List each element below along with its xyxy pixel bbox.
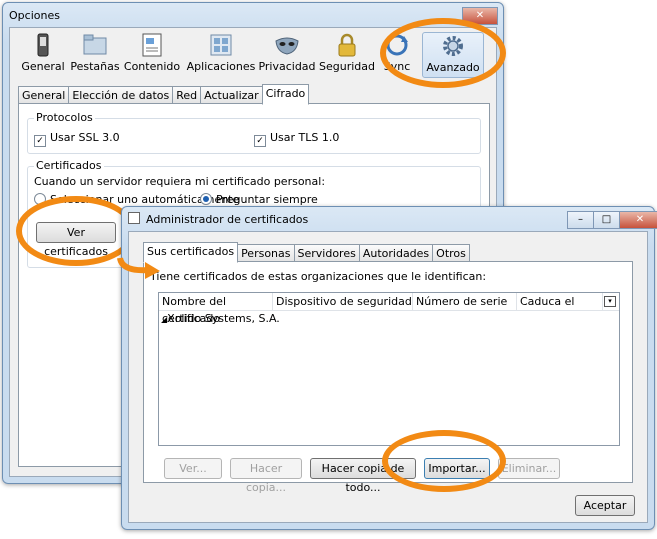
tab-general[interactable]: General: [18, 86, 70, 104]
certificates-label: Certificados: [34, 159, 104, 172]
view-button[interactable]: Ver...: [164, 458, 222, 479]
protocols-group: Protocolos ✓ Usar SSL 3.0 ✓ Usar TLS 1.0: [27, 111, 481, 154]
lock-icon: [338, 33, 356, 57]
tab-network[interactable]: Red: [172, 86, 202, 104]
radio-ask-label: Preguntar siempre: [216, 193, 318, 206]
tls-checkbox-row[interactable]: ✓ Usar TLS 1.0: [254, 131, 339, 147]
tls-checkbox[interactable]: ✓: [254, 135, 266, 147]
options-title: Opciones: [9, 9, 60, 22]
delete-button[interactable]: Eliminar...: [498, 458, 560, 479]
toolbar-content-label: Contenido: [123, 60, 181, 73]
toolbar-tabs[interactable]: Pestañas: [66, 32, 124, 78]
radio-ask[interactable]: [200, 193, 212, 205]
mask-icon: [275, 37, 299, 55]
radio-ask-row[interactable]: Preguntar siempre: [200, 193, 318, 206]
tab-others[interactable]: Otros: [432, 244, 470, 262]
certificates-table: Nombre del certificado Dispositivo de se…: [158, 292, 620, 446]
tab-update[interactable]: Actualizar: [200, 86, 263, 104]
tab-servers[interactable]: Servidores: [293, 244, 360, 262]
toolbar-applications-label: Aplicaciones: [186, 60, 256, 73]
folder-tabs-icon: [83, 34, 107, 55]
certmgr-client: Sus certificados Personas Servidores Aut…: [128, 231, 648, 523]
col-expires[interactable]: Caduca el: [517, 293, 603, 310]
phone-icon: [37, 33, 49, 57]
certmgr-description: Tiene certificados de estas organizacion…: [150, 270, 487, 283]
protocols-label: Protocolos: [34, 111, 95, 124]
accept-button[interactable]: Aceptar: [575, 495, 635, 516]
toolbar-general-label: General: [21, 60, 65, 73]
col-serial-number[interactable]: Número de serie: [413, 293, 517, 310]
certmgr-close-button[interactable]: ✕: [619, 211, 657, 229]
row-name: Xolido Systems, S.A.: [167, 312, 280, 325]
certificate-icon: [128, 212, 140, 224]
maximize-button[interactable]: □: [593, 211, 620, 229]
tab-authorities[interactable]: Autoridades: [358, 244, 434, 262]
tab-encryption[interactable]: Cifrado: [261, 84, 310, 105]
ssl-checkbox-row[interactable]: ✓ Usar SSL 3.0: [34, 131, 120, 147]
tab-your-certificates[interactable]: Sus certificados: [143, 242, 239, 263]
applications-icon: [210, 34, 232, 56]
ssl-checkbox[interactable]: ✓: [34, 135, 46, 147]
col-security-device[interactable]: Dispositivo de seguridad: [273, 293, 413, 310]
toolbar-applications[interactable]: Aplicaciones: [186, 32, 256, 78]
ssl-label: Usar SSL 3.0: [50, 131, 120, 144]
tls-label: Usar TLS 1.0: [270, 131, 340, 144]
certmgr-title: Administrador de certificados: [128, 212, 308, 226]
toolbar-security[interactable]: Seguridad: [316, 32, 378, 78]
highlight-ring-advanced: [380, 18, 506, 88]
certs-question: Cuando un servidor requiera mi certifica…: [34, 175, 326, 188]
toolbar-privacy[interactable]: Privacidad: [256, 32, 318, 78]
column-picker-icon[interactable]: ▾: [604, 296, 616, 307]
toolbar-general[interactable]: General: [14, 32, 72, 78]
tab-data-choices[interactable]: Elección de datos: [68, 86, 174, 104]
certmgr-window: Administrador de certificados – □ ✕ Sus …: [121, 206, 657, 530]
table-header: Nombre del certificado Dispositivo de se…: [159, 293, 619, 325]
toolbar-privacy-label: Privacidad: [258, 60, 316, 73]
tab-people[interactable]: Personas: [237, 244, 295, 262]
toolbar-tabs-label: Pestañas: [70, 60, 120, 73]
toolbar-content[interactable]: Contenido: [123, 32, 181, 78]
minimize-button[interactable]: –: [567, 211, 594, 229]
highlight-ring-view-certs: [16, 196, 136, 266]
content-icon: [142, 33, 162, 57]
col-cert-name[interactable]: Nombre del certificado: [159, 293, 273, 325]
toolbar-security-label: Seguridad: [319, 60, 375, 73]
highlight-ring-import: [382, 430, 506, 492]
table-row[interactable]: ◢Xolido Systems, S.A.: [159, 311, 619, 326]
backup-button[interactable]: Hacer copia...: [230, 458, 302, 494]
